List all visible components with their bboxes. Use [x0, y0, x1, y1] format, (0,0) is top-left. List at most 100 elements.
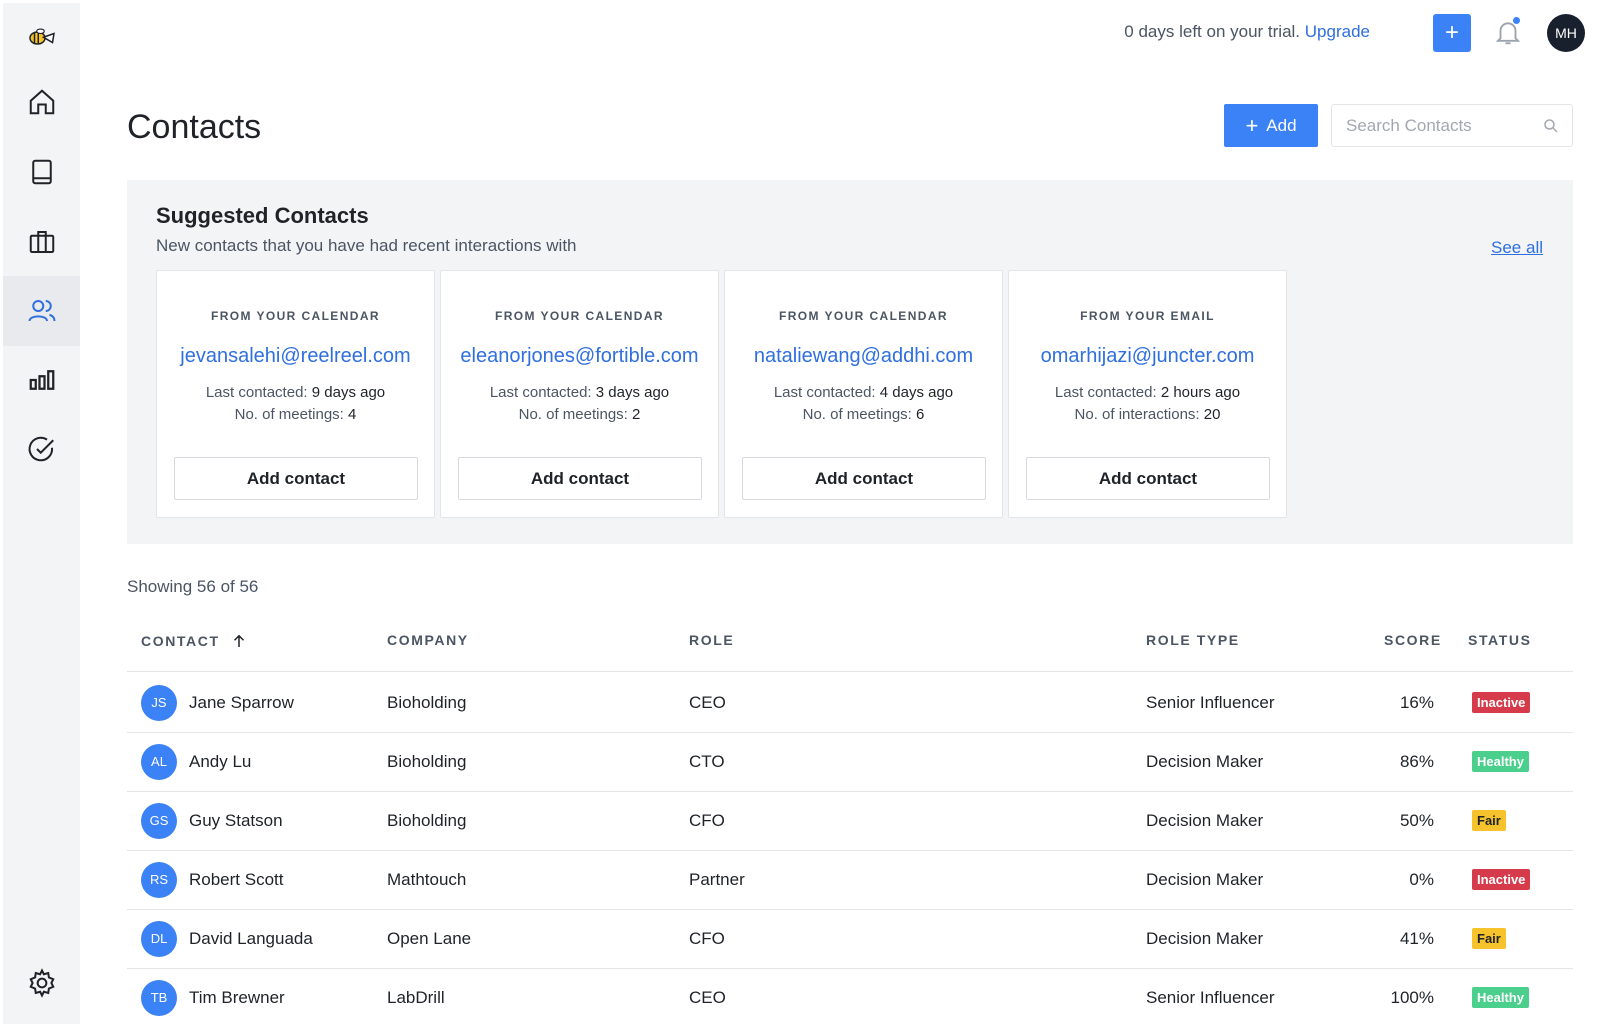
contact-name: Tim Brewner: [189, 987, 285, 1007]
contacts-icon: [28, 300, 55, 322]
column-header-company[interactable]: COMPANY: [387, 632, 469, 648]
card-email[interactable]: omarhijazi@juncter.com: [1009, 345, 1286, 368]
role-cell: CEO: [689, 987, 726, 1007]
avatar: JS: [141, 684, 177, 721]
score-cell: 100%: [1390, 987, 1434, 1007]
column-header-score[interactable]: SCORE: [1384, 632, 1442, 648]
search-icon[interactable]: [1542, 117, 1560, 135]
contact-cell[interactable]: JS Jane Sparrow: [141, 673, 294, 732]
plus-icon: +: [1245, 112, 1259, 138]
sidebar-item-tasks[interactable]: [3, 414, 80, 484]
contact-cell[interactable]: RS Robert Scott: [141, 850, 284, 909]
contact-name: Andy Lu: [189, 751, 252, 771]
quick-create-button[interactable]: +: [1433, 14, 1471, 52]
contact-name: Jane Sparrow: [189, 692, 294, 712]
sidebar-item-book[interactable]: [3, 137, 80, 207]
column-header-role-type[interactable]: ROLE TYPE: [1146, 632, 1240, 648]
role-type-cell: Decision Maker: [1146, 928, 1264, 948]
status-badge: Fair: [1472, 928, 1506, 949]
table-row[interactable]: RS Robert Scott Mathtouch Partner Decision M…: [127, 850, 1573, 910]
add-contact-button[interactable]: Add contact: [174, 457, 418, 500]
company-cell: Bioholding: [387, 810, 467, 830]
contacted-value: 2 hours ago: [1160, 384, 1241, 401]
status-cell: Inactive: [1472, 673, 1531, 732]
contact-cell[interactable]: DL David Languada: [141, 909, 313, 968]
add-contact-button[interactable]: + Add: [1224, 104, 1318, 147]
suggested-card: FROM YOUR CALENDAR eleanorjones@fortible…: [440, 270, 719, 518]
company-cell: Bioholding: [387, 692, 467, 712]
status-badge: Inactive: [1472, 869, 1531, 890]
app-logo[interactable]: [3, 3, 80, 73]
column-header-contact[interactable]: CONTACT: [141, 632, 248, 650]
home-icon: [29, 89, 54, 115]
role-type-cell: Decision Maker: [1146, 869, 1264, 889]
sidebar-item-settings[interactable]: [3, 948, 80, 1018]
contact-cell[interactable]: GS Guy Statson: [141, 791, 283, 850]
card-meta: Last contacted: 2 hours ago No. of inter…: [1009, 382, 1286, 426]
search-box: [1331, 104, 1573, 147]
sidebar: [3, 3, 80, 1024]
suggested-card: FROM YOUR CALENDAR jevansalehi@reelreel.…: [156, 270, 435, 518]
check-circle-icon: [28, 436, 54, 462]
add-contact-button[interactable]: Add contact: [1026, 457, 1270, 500]
status-badge: Inactive: [1472, 692, 1531, 713]
sidebar-item-reports[interactable]: [3, 345, 80, 415]
card-email[interactable]: nataliewang@addhi.com: [725, 345, 1002, 368]
avatar: DL: [141, 920, 177, 957]
contact-name: Robert Scott: [189, 869, 284, 889]
role-cell: Partner: [689, 869, 745, 889]
card-email[interactable]: jevansalehi@reelreel.com: [157, 345, 434, 368]
count-value: 2: [632, 406, 641, 423]
table-row[interactable]: GS Guy Statson Bioholding CFO Decision Maker…: [127, 791, 1573, 851]
upgrade-link[interactable]: Upgrade: [1305, 22, 1370, 41]
see-all-link[interactable]: See all: [1491, 238, 1543, 258]
status-cell: Fair: [1472, 791, 1506, 850]
bee-logo-icon: [28, 28, 55, 45]
contacted-label: Last contacted:: [489, 384, 592, 401]
role-type-cell: Senior Influencer: [1146, 987, 1275, 1007]
status-cell: Healthy: [1472, 732, 1529, 791]
role-type-cell: Senior Influencer: [1146, 692, 1275, 712]
notification-dot: [1512, 16, 1521, 25]
sidebar-item-contacts[interactable]: [3, 276, 80, 346]
table-row[interactable]: DL David Languada Open Lane CFO Decision Mak…: [127, 909, 1573, 969]
sidebar-item-deals[interactable]: [3, 207, 80, 277]
column-header-role[interactable]: ROLE: [689, 632, 734, 648]
status-cell: Fair: [1472, 909, 1506, 968]
user-avatar[interactable]: MH: [1547, 14, 1585, 52]
role-cell: CFO: [689, 928, 725, 948]
sidebar-item-home[interactable]: [3, 67, 80, 137]
table-row[interactable]: JS Jane Sparrow Bioholding CEO Senior Influe…: [127, 673, 1573, 733]
header-label: CONTACT: [141, 633, 220, 649]
count-label: No. of interactions:: [1074, 406, 1200, 423]
suggested-contacts-panel: Suggested Contacts New contacts that you…: [127, 180, 1573, 544]
table-row[interactable]: TB Tim Brewner LabDrill CEO Senior Influence…: [127, 968, 1573, 1024]
table-row[interactable]: AL Andy Lu Bioholding CTO Decision Maker 86% H…: [127, 732, 1573, 792]
contacted-value: 3 days ago: [595, 384, 670, 401]
company-cell: Mathtouch: [387, 869, 467, 889]
contacted-label: Last contacted:: [773, 384, 876, 401]
card-meta: Last contacted: 9 days ago No. of meetin…: [157, 382, 434, 426]
count-label: No. of meetings:: [234, 406, 344, 423]
contact-cell[interactable]: AL Andy Lu: [141, 732, 251, 791]
trial-notice: 0 days left on your trial. Upgrade: [1124, 22, 1370, 42]
contact-cell[interactable]: TB Tim Brewner: [141, 968, 285, 1024]
add-contact-button[interactable]: Add contact: [458, 457, 702, 500]
count-value: 20: [1203, 406, 1221, 423]
company-cell: Bioholding: [387, 751, 467, 771]
avatar: GS: [141, 802, 177, 839]
add-button-label: Add: [1266, 115, 1297, 135]
column-header-status[interactable]: STATUS: [1468, 632, 1532, 648]
card-source: FROM YOUR CALENDAR: [495, 309, 664, 323]
role-cell: CFO: [689, 810, 725, 830]
arrow-up-icon: [233, 634, 244, 647]
status-badge: Healthy: [1472, 751, 1529, 772]
status-cell: Healthy: [1472, 968, 1529, 1024]
suggested-card: FROM YOUR EMAIL omarhijazi@juncter.com L…: [1008, 270, 1287, 518]
card-email[interactable]: eleanorjones@fortible.com: [441, 345, 718, 368]
contacted-label: Last contacted:: [205, 384, 308, 401]
card-meta: Last contacted: 3 days ago No. of meetin…: [441, 382, 718, 426]
search-input[interactable]: [1346, 115, 1536, 136]
add-contact-button[interactable]: Add contact: [742, 457, 986, 500]
contact-name: Guy Statson: [189, 810, 283, 830]
